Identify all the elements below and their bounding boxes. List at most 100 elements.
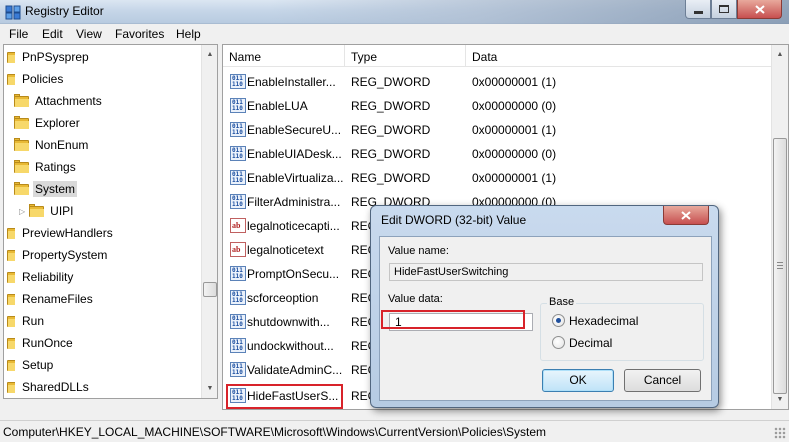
tree-item-runonce[interactable]: RunOnce xyxy=(7,332,75,354)
value-name-label: Value name: xyxy=(388,245,449,257)
folder-icon xyxy=(14,182,29,195)
row-type: REG_DWORD xyxy=(351,147,431,161)
binary-value-icon: 011 110 xyxy=(230,362,246,377)
menu-help[interactable]: Help xyxy=(176,27,201,41)
row-name: ValidateAdminC... xyxy=(247,363,343,377)
tree-item-system[interactable]: System xyxy=(14,178,78,200)
scroll-up-arrow-icon[interactable]: ▲ xyxy=(772,46,788,62)
folder-icon xyxy=(7,73,15,85)
value-data-label: Value data: xyxy=(388,293,443,305)
folder-icon xyxy=(14,94,29,107)
edit-dword-dialog: Edit DWORD (32-bit) Value Value name: Hi… xyxy=(370,205,719,408)
maximize-button[interactable] xyxy=(711,0,737,19)
scroll-down-arrow-icon[interactable]: ▼ xyxy=(202,380,217,396)
row-name: PromptOnSecu... xyxy=(247,267,340,281)
tree-item-label: PropertySystem xyxy=(22,248,108,262)
hexadecimal-label[interactable]: Hexadecimal xyxy=(569,314,638,328)
minimize-button[interactable] xyxy=(685,0,711,19)
tree-item-ratings[interactable]: Ratings xyxy=(14,156,78,178)
table-row[interactable]: 011 110 EnableInstaller... REG_DWORD 0x00… xyxy=(223,70,771,94)
key-tree-pane[interactable]: PnPSysprep Policies Attachments Explorer… xyxy=(3,44,218,399)
folder-icon xyxy=(14,138,29,151)
tree-item-renamefiles[interactable]: RenameFiles xyxy=(7,288,95,310)
dialog-body: Value name: HideFastUserSwitching Value … xyxy=(379,236,712,401)
decimal-radio[interactable] xyxy=(552,336,565,349)
tree-item-label: Setup xyxy=(22,358,54,372)
close-icon xyxy=(681,210,691,220)
column-header-data[interactable]: Data xyxy=(466,45,771,67)
row-name: legalnoticecapti... xyxy=(247,219,340,233)
column-header-type[interactable]: Type xyxy=(345,45,466,67)
resize-grip-icon[interactable] xyxy=(774,427,786,439)
tree-item-label: Reliability xyxy=(22,270,74,284)
tree-item-setup[interactable]: Setup xyxy=(7,354,55,376)
table-row[interactable]: 011 110 EnableVirtualiza... REG_DWORD 0x0… xyxy=(223,166,771,190)
scroll-thumb[interactable] xyxy=(203,282,217,297)
row-name: undockwithout... xyxy=(247,339,334,353)
row-name: EnableUIADesk... xyxy=(247,147,342,161)
row-data: 0x00000001 (1) xyxy=(472,75,557,89)
row-name: legalnoticetext xyxy=(247,243,324,257)
close-button[interactable] xyxy=(737,0,782,19)
tree-item-pnpsysprep[interactable]: PnPSysprep xyxy=(7,46,91,68)
cancel-button[interactable]: Cancel xyxy=(624,369,701,392)
tree-item-run[interactable]: Run xyxy=(7,310,46,332)
row-type: REG_DWORD xyxy=(351,99,431,113)
tree-item-uipi[interactable]: ▷ UIPI xyxy=(19,200,76,222)
tree-item-reliability[interactable]: Reliability xyxy=(7,266,75,288)
scroll-down-arrow-icon[interactable]: ▼ xyxy=(772,391,788,407)
tree-scrollbar[interactable]: ▲ ▼ xyxy=(201,45,217,398)
scroll-up-arrow-icon[interactable]: ▲ xyxy=(202,46,217,62)
row-type: REG_DWORD xyxy=(351,171,431,185)
expand-arrow-icon[interactable]: ▷ xyxy=(19,207,25,216)
folder-icon xyxy=(7,293,15,305)
window-title: Registry Editor xyxy=(25,4,104,18)
scroll-thumb[interactable] xyxy=(773,138,787,394)
binary-value-icon: 011 110 xyxy=(230,98,246,113)
tree-item-policies[interactable]: Policies xyxy=(7,68,65,90)
folder-icon xyxy=(14,116,29,129)
table-row[interactable]: 011 110 EnableSecureU... REG_DWORD 0x0000… xyxy=(223,118,771,142)
dialog-close-button[interactable] xyxy=(663,206,709,225)
ok-button[interactable]: OK xyxy=(542,369,614,392)
value-name-field: HideFastUserSwitching xyxy=(389,263,703,281)
tree-item-nonenum[interactable]: NonEnum xyxy=(14,134,90,156)
tree-item-propertysystem[interactable]: PropertySystem xyxy=(7,244,109,266)
folder-icon xyxy=(7,381,15,393)
binary-value-icon: 011 110 xyxy=(230,122,246,137)
tree-item-label: System xyxy=(33,181,78,197)
table-row[interactable]: 011 110 EnableLUA REG_DWORD 0x00000000 (0… xyxy=(223,94,771,118)
binary-value-icon: 011 110 xyxy=(230,74,246,89)
row-name: EnableVirtualiza... xyxy=(247,171,344,185)
registry-editor-window: Registry Editor File Edit View Favorites… xyxy=(0,0,789,442)
title-bar[interactable]: Registry Editor xyxy=(0,0,789,24)
row-name: EnableLUA xyxy=(247,99,308,113)
menu-edit[interactable]: Edit xyxy=(42,27,63,41)
close-icon xyxy=(754,4,765,14)
base-group-label: Base xyxy=(547,296,577,308)
menu-file[interactable]: File xyxy=(9,27,28,41)
key-path: Computer\HKEY_LOCAL_MACHINE\SOFTWARE\Mic… xyxy=(3,425,547,439)
menu-bar: File Edit View Favorites Help xyxy=(0,24,789,44)
tree-item-explorer[interactable]: Explorer xyxy=(14,112,82,134)
dialog-title: Edit DWORD (32-bit) Value xyxy=(381,213,527,227)
tree-item-label: NonEnum xyxy=(35,138,89,152)
folder-icon xyxy=(14,160,29,173)
binary-value-icon: 011 110 xyxy=(230,194,246,209)
row-data: 0x00000001 (1) xyxy=(472,123,557,137)
list-scrollbar[interactable]: ▲ ▼ xyxy=(771,45,788,409)
menu-favorites[interactable]: Favorites xyxy=(115,27,164,41)
table-row[interactable]: 011 110 EnableUIADesk... REG_DWORD 0x0000… xyxy=(223,142,771,166)
tree-item-label: Ratings xyxy=(35,160,76,174)
column-header-name[interactable]: Name xyxy=(223,45,345,67)
binary-value-icon: 011 110 xyxy=(230,266,246,281)
row-data: 0x00000000 (0) xyxy=(472,99,557,113)
folder-icon xyxy=(7,271,15,283)
tree-item-attachments[interactable]: Attachments xyxy=(14,90,104,112)
tree-item-previewhandlers[interactable]: PreviewHandlers xyxy=(7,222,115,244)
tree-item-shareddlls[interactable]: SharedDLLs xyxy=(7,376,91,398)
folder-icon xyxy=(7,51,15,63)
hexadecimal-radio[interactable] xyxy=(552,314,565,327)
decimal-label[interactable]: Decimal xyxy=(569,336,612,350)
menu-view[interactable]: View xyxy=(76,27,102,41)
